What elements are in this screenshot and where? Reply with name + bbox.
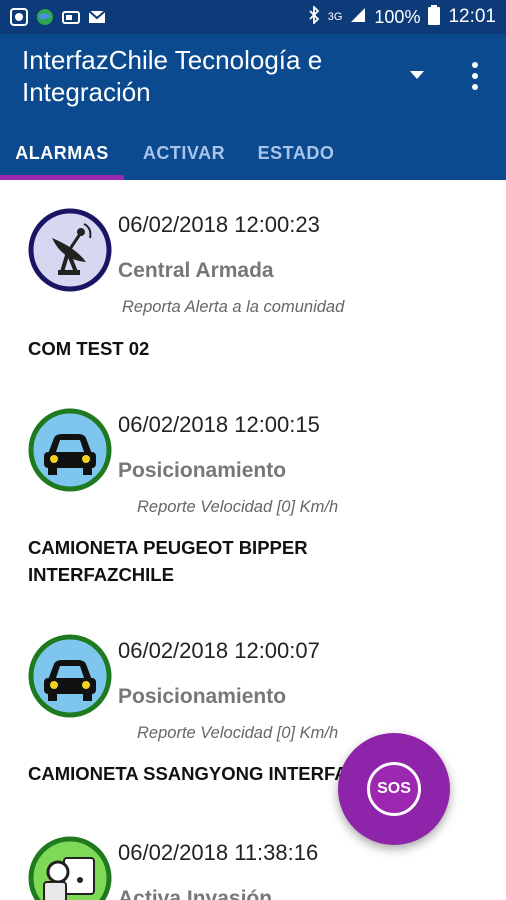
globe-icon (36, 8, 54, 26)
alarm-type: Posicionamiento (118, 685, 287, 708)
network-type: 3G (327, 11, 343, 23)
sos-label: SOS (367, 762, 421, 816)
tab-alarmas[interactable]: ALARMAS (0, 126, 124, 180)
dropdown-arrow-icon[interactable] (407, 67, 427, 83)
alarm-type: Central Armada (118, 259, 274, 282)
sos-button[interactable]: SOS (338, 733, 450, 845)
app-icon (10, 8, 28, 26)
alarm-detail: Reporta Alerta a la comunidad (122, 298, 345, 316)
signal-icon (350, 7, 366, 28)
alarm-timestamp: 06/02/2018 12:00:15 (118, 412, 320, 437)
bluetooth-icon (308, 4, 320, 29)
alarm-detail: Reporte Velocidad [0] Km/h (137, 498, 339, 516)
tab-bar: ALARMAS ACTIVAR ESTADO (0, 126, 506, 180)
alarm-timestamp: 06/02/2018 12:00:07 (118, 638, 320, 663)
tab-activar[interactable]: ACTIVAR (124, 126, 244, 180)
alarm-detail: Reporte Velocidad [0] Km/h (137, 724, 339, 742)
mail-icon (88, 8, 106, 26)
alarm-timestamp: 06/02/2018 11:38:16 (118, 840, 319, 865)
tab-indicator (0, 175, 124, 180)
overflow-menu-icon[interactable] (464, 58, 486, 94)
status-bar: 3G 100% 12:01 (0, 0, 506, 34)
alarm-timestamp: 06/02/2018 12:00:23 (118, 212, 320, 237)
notification-icons (10, 8, 106, 26)
clock: 12:01 (448, 6, 496, 27)
alarm-type: Posicionamiento (118, 459, 287, 482)
app-title: InterfazChile Tecnología e Integración (22, 45, 323, 107)
car-icon (28, 634, 112, 718)
invasion-icon (28, 836, 112, 900)
car-icon (28, 408, 112, 492)
alarm-device-name: CAMIONETA PEUGEOT BIPPER INTERFAZCHILE (28, 537, 308, 585)
satellite-dish-icon (28, 208, 112, 292)
system-icons: 3G 100% 12:01 (308, 4, 496, 30)
battery-icon (428, 4, 441, 30)
alarm-device-name: COM TEST 02 (28, 338, 150, 359)
app-bar: InterfazChile Tecnología e Integración A… (0, 34, 506, 180)
alarm-type: Activa Invasión (118, 887, 273, 900)
battery-percent: 100% (374, 6, 421, 27)
card-icon (62, 8, 80, 26)
tab-estado[interactable]: ESTADO (244, 126, 348, 180)
